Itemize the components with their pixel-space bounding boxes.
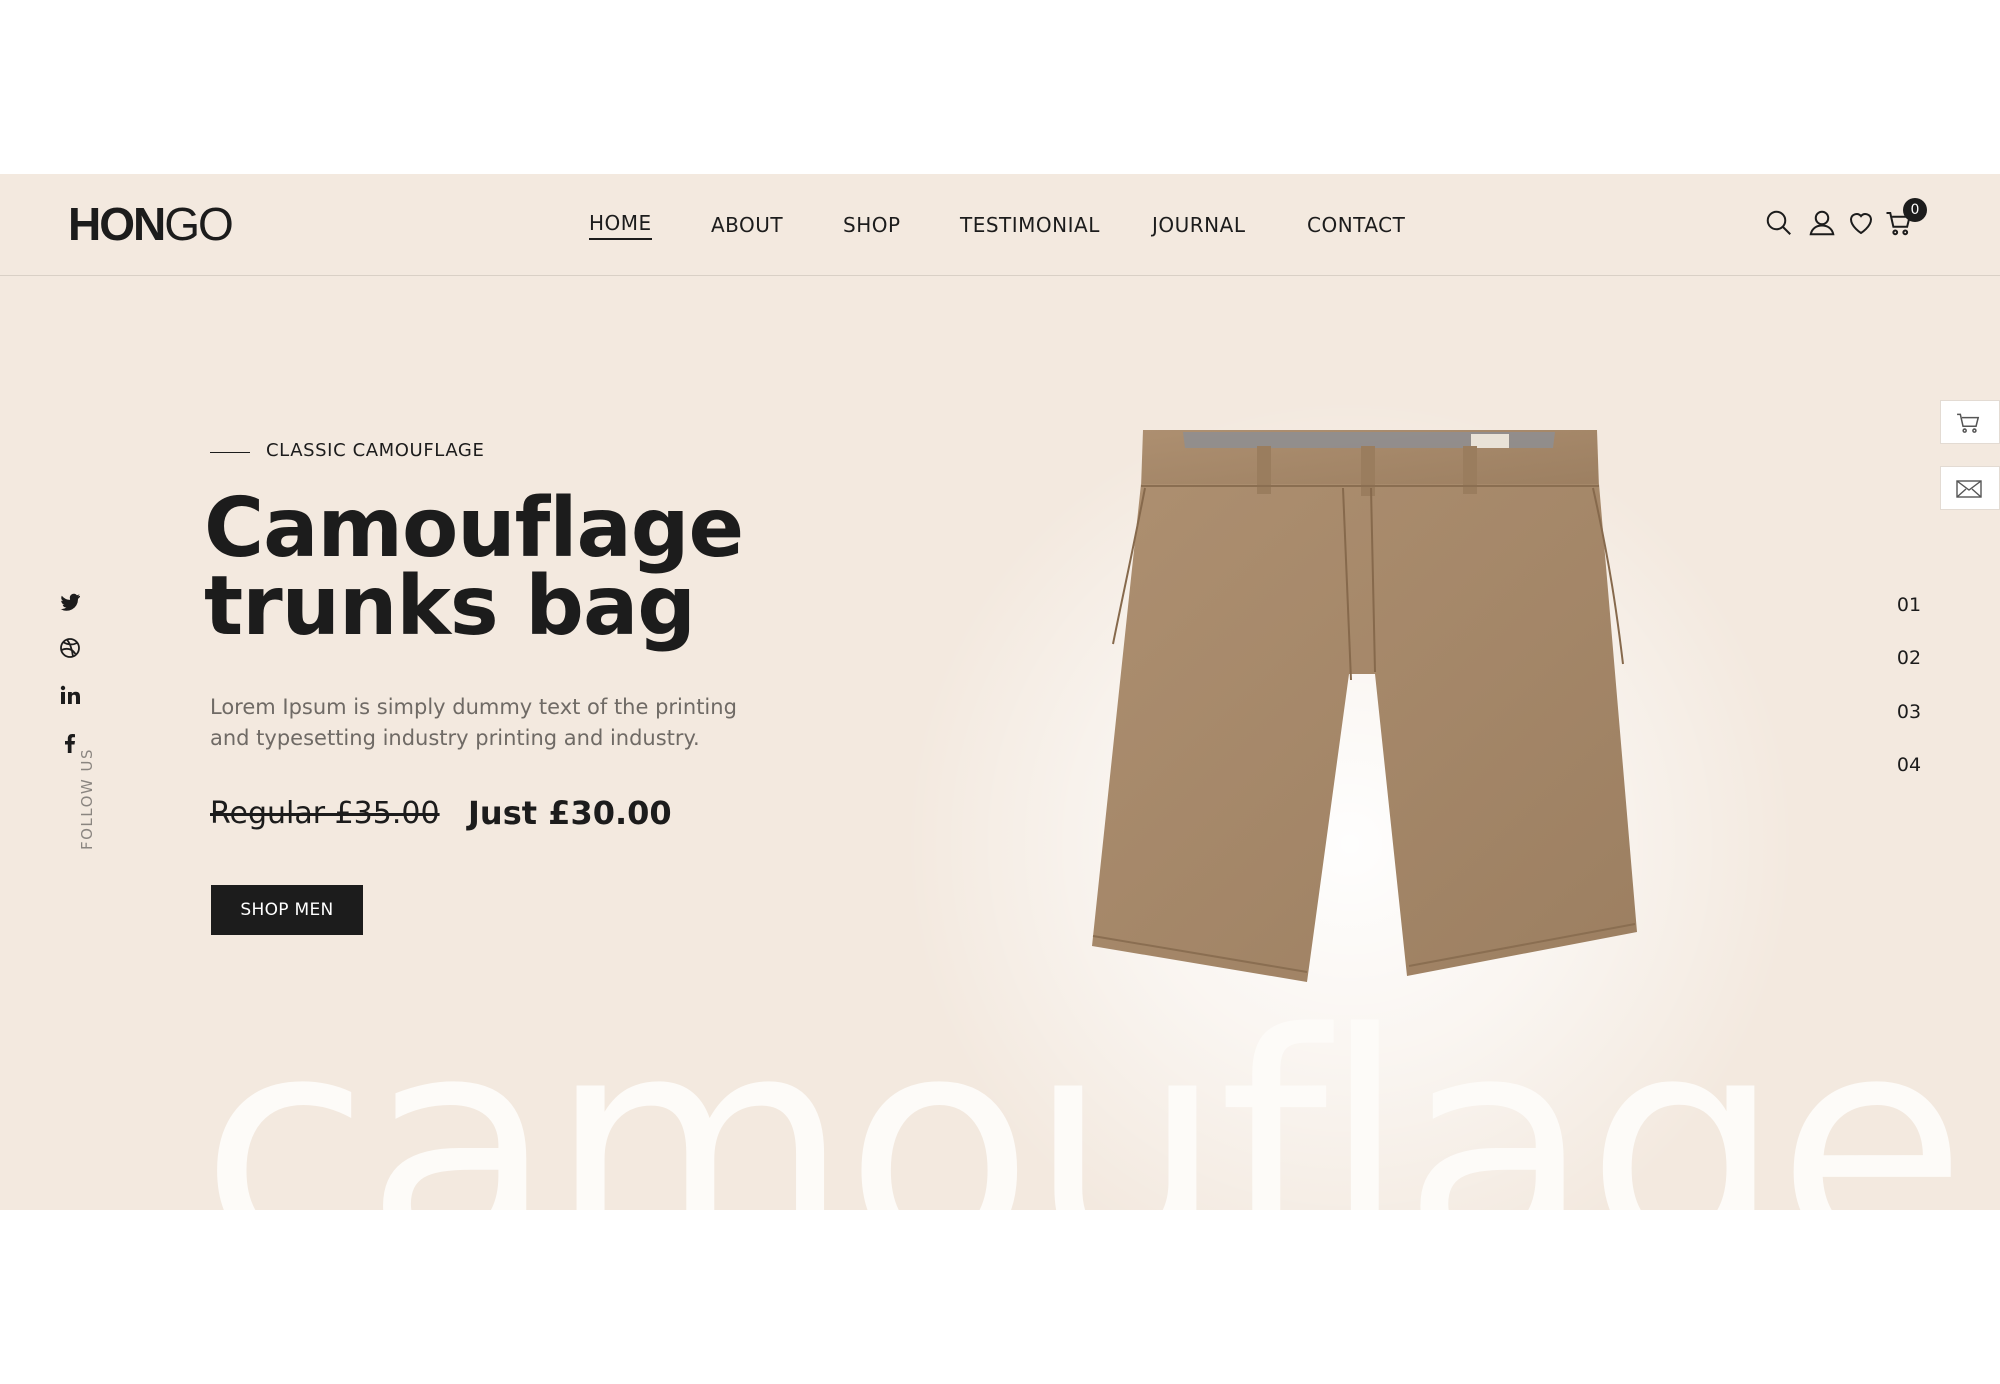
- side-mail-button[interactable]: [1940, 466, 2000, 510]
- mail-icon: [1956, 480, 1982, 498]
- heart-icon[interactable]: [1846, 208, 1876, 238]
- subtitle-line: [210, 452, 250, 453]
- slide-1[interactable]: 01: [1880, 594, 1938, 616]
- slide-3[interactable]: 03: [1880, 701, 1938, 723]
- cart-icon: [1957, 413, 1980, 433]
- social-bar: FOLLOW US: [58, 174, 96, 1210]
- hero-section: camouflage HONGO HOME ABOUT SHOP TESTIMO…: [0, 174, 2000, 1210]
- linkedin-icon[interactable]: [58, 683, 82, 707]
- slide-2[interactable]: 02: [1880, 647, 1938, 669]
- search-icon[interactable]: [1764, 208, 1794, 238]
- watermark-text: camouflage: [200, 968, 1967, 1211]
- headline-line-1: Camouflage: [204, 481, 744, 576]
- sale-price: Just £30.00: [468, 794, 672, 832]
- header-icons: 0: [0, 174, 2000, 276]
- follow-us-label: FOLLOW US: [78, 747, 96, 850]
- hero-subtitle: CLASSIC CAMOUFLAGE: [266, 440, 485, 461]
- hero-headline: Camouflage trunks bag: [204, 481, 844, 654]
- slide-4-label: 04: [1893, 754, 1925, 776]
- hero-description: Lorem Ipsum is simply dummy text of the …: [210, 695, 737, 750]
- cart-count-badge: 0: [1903, 198, 1927, 222]
- dribbble-icon[interactable]: [58, 636, 82, 660]
- user-icon[interactable]: [1807, 208, 1837, 238]
- regular-price: Regular £35.00: [210, 796, 440, 831]
- site-header: HONGO HOME ABOUT SHOP TESTIMONIAL JOURNA…: [0, 174, 2000, 276]
- side-cart-button[interactable]: [1940, 400, 2000, 444]
- twitter-icon[interactable]: [58, 590, 82, 614]
- shop-men-button[interactable]: SHOP MEN: [211, 885, 363, 935]
- slide-4-active[interactable]: 04: [1876, 754, 1942, 776]
- product-image-shorts[interactable]: [1085, 424, 1645, 984]
- headline-line-2: trunks bag: [204, 559, 696, 654]
